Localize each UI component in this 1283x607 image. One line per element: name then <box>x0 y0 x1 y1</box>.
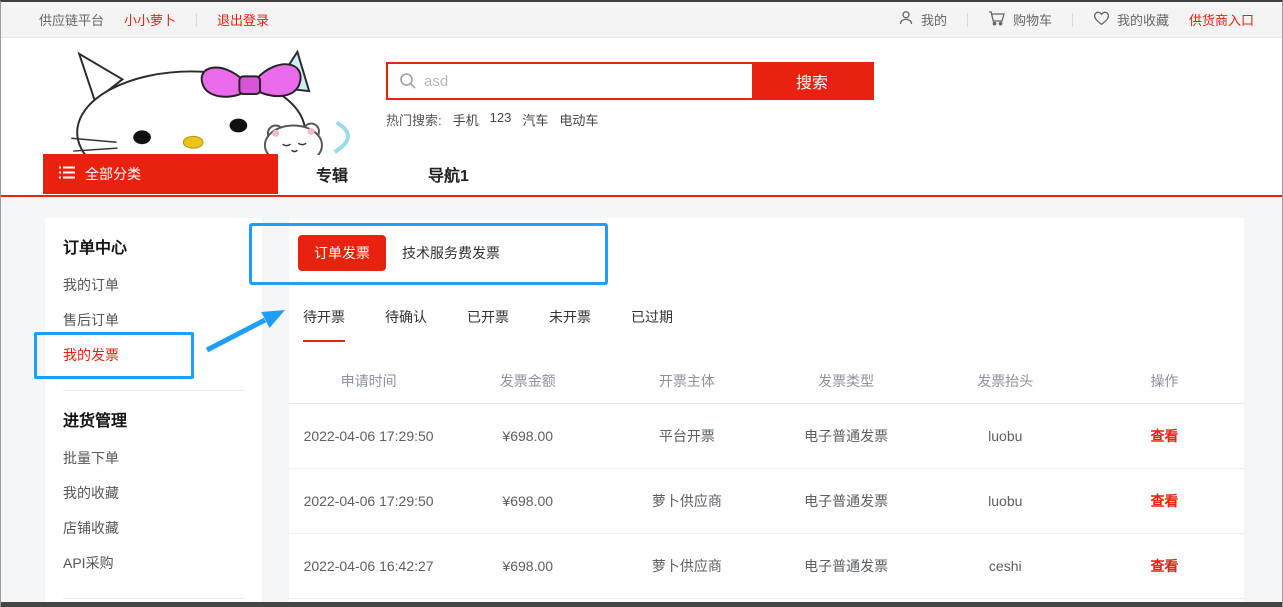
search-button[interactable]: 搜索 <box>752 64 872 98</box>
sidebar-section-title-order-center: 订单中心 <box>63 238 246 260</box>
topbar-left: 供应链平台 小小萝卜 退出登录 <box>39 10 269 29</box>
tab-invoiced[interactable]: 已开票 <box>467 307 509 342</box>
cell-invoice-title: luobu <box>926 493 1085 509</box>
topbar: 供应链平台 小小萝卜 退出登录 我的 <box>1 2 1282 38</box>
sidebar-divider <box>63 598 244 599</box>
logo-image[interactable] <box>41 40 366 155</box>
divider <box>967 13 968 27</box>
person-icon <box>898 10 914 29</box>
table-row: 2022-04-06 16:42:27 ¥698.00 萝卜供应商 电子普通发票… <box>289 534 1244 599</box>
sidebar-item-api-purchase[interactable]: API采购 <box>63 553 246 573</box>
col-header-invoice-title: 发票抬头 <box>926 371 1085 391</box>
cell-invoice-title: luobu <box>926 428 1085 444</box>
cell-invoice-type: 电子普通发票 <box>767 491 926 511</box>
sidebar-item-shop-favorites[interactable]: 店铺收藏 <box>63 518 246 538</box>
cell-amount: ¥698.00 <box>448 493 607 509</box>
list-icon <box>59 166 75 182</box>
sidebar-item-my-favorites[interactable]: 我的收藏 <box>63 483 246 503</box>
cell-issuer: 萝卜供应商 <box>607 491 766 511</box>
hot-search-label: 热门搜索: <box>386 110 442 129</box>
tab-order-invoice[interactable]: 订单发票 <box>298 235 386 271</box>
sidebar-divider <box>63 390 244 391</box>
col-header-invoice-type: 发票类型 <box>767 371 926 391</box>
sidebar-item-my-orders[interactable]: 我的订单 <box>63 275 246 295</box>
divider <box>196 13 197 27</box>
my-account-link[interactable]: 我的 <box>898 10 947 29</box>
sidebar-item-aftersale-orders[interactable]: 售后订单 <box>63 310 246 330</box>
tab-to-be-confirmed[interactable]: 待确认 <box>385 307 427 342</box>
tab-not-invoiced[interactable]: 未开票 <box>549 307 591 342</box>
platform-name-link[interactable]: 供应链平台 <box>39 10 104 29</box>
all-categories-button[interactable]: 全部分类 <box>43 154 278 194</box>
logout-link[interactable]: 退出登录 <box>217 10 269 29</box>
tab-tech-service-invoice[interactable]: 技术服务费发票 <box>402 243 500 263</box>
my-account-label: 我的 <box>921 10 947 29</box>
cell-invoice-type: 电子普通发票 <box>767 556 926 576</box>
cart-icon <box>988 10 1006 29</box>
heart-icon <box>1093 11 1110 29</box>
topbar-right: 我的 购物车 我的收藏 <box>898 10 1254 29</box>
table-header-row: 申请时间 发票金额 开票主体 发票类型 发票抬头 操作 <box>289 358 1244 404</box>
cart-link[interactable]: 购物车 <box>988 10 1052 29</box>
window-bottom-edge <box>1 602 1282 607</box>
col-header-apply-time: 申请时间 <box>289 371 448 391</box>
cell-apply-time: 2022-04-06 17:29:50 <box>289 493 448 509</box>
view-link[interactable]: 查看 <box>1085 491 1244 511</box>
content-area: 订单中心 我的订单 售后订单 我的发票 进货管理 批量下单 我的收藏 店铺收藏 … <box>1 197 1282 602</box>
invoice-panel: 订单发票 技术服务费发票 待开票 待确认 已开票 未开票 已过期 申请时间 发票… <box>289 218 1244 604</box>
hot-search-link[interactable]: 手机 <box>453 110 479 129</box>
sidebar-item-my-invoices[interactable]: 我的发票 <box>63 345 246 365</box>
search-box: 搜索 <box>386 62 874 100</box>
cell-amount: ¥698.00 <box>448 558 607 574</box>
divider <box>1072 13 1073 27</box>
cell-invoice-type: 电子普通发票 <box>767 426 926 446</box>
cell-apply-time: 2022-04-06 17:29:50 <box>289 428 448 444</box>
username-link[interactable]: 小小萝卜 <box>124 10 176 29</box>
sidebar-item-bulk-order[interactable]: 批量下单 <box>63 448 246 468</box>
favorites-link[interactable]: 我的收藏 <box>1093 10 1169 29</box>
hot-search-link[interactable]: 电动车 <box>559 110 598 129</box>
nav-link-album[interactable]: 专辑 <box>316 162 348 186</box>
cell-amount: ¥698.00 <box>448 428 607 444</box>
header: 搜索 热门搜索: 手机 123 汽车 电动车 全部分类 专辑 导航1 <box>1 38 1282 197</box>
tab-to-be-invoiced[interactable]: 待开票 <box>303 307 345 342</box>
hot-search-link[interactable]: 123 <box>490 110 512 129</box>
cell-issuer: 萝卜供应商 <box>607 556 766 576</box>
nav-link-nav1[interactable]: 导航1 <box>428 162 469 186</box>
view-link[interactable]: 查看 <box>1085 556 1244 576</box>
cell-invoice-title: ceshi <box>926 558 1085 574</box>
favorites-label: 我的收藏 <box>1117 10 1169 29</box>
col-header-amount: 发票金额 <box>448 371 607 391</box>
table-row: 2022-04-06 17:29:50 ¥698.00 萝卜供应商 电子普通发票… <box>289 469 1244 534</box>
cell-apply-time: 2022-04-06 16:42:27 <box>289 558 448 574</box>
all-categories-label: 全部分类 <box>85 164 141 184</box>
col-header-issuer: 开票主体 <box>607 371 766 391</box>
page: 供应链平台 小小萝卜 退出登录 我的 <box>0 0 1283 607</box>
cart-label: 购物车 <box>1013 10 1052 29</box>
supplier-entry-link[interactable]: 供货商入口 <box>1189 10 1254 29</box>
sidebar: 订单中心 我的订单 售后订单 我的发票 进货管理 批量下单 我的收藏 店铺收藏 … <box>45 218 262 602</box>
table-row: 2022-04-06 17:29:50 ¥698.00 平台开票 电子普通发票 … <box>289 404 1244 469</box>
sidebar-section-title-purchase: 进货管理 <box>63 411 246 433</box>
hot-search-link[interactable]: 汽车 <box>522 110 548 129</box>
invoice-type-tabs: 订单发票 技术服务费发票 <box>289 235 1244 271</box>
invoice-table: 申请时间 发票金额 开票主体 发票类型 发票抬头 操作 2022-04-06 1… <box>289 358 1244 599</box>
nav-links: 专辑 导航1 <box>316 154 469 194</box>
tab-expired[interactable]: 已过期 <box>631 307 673 342</box>
hot-search-row: 热门搜索: 手机 123 汽车 电动车 <box>386 110 598 129</box>
cell-issuer: 平台开票 <box>607 426 766 446</box>
search-icon <box>399 72 417 95</box>
view-link[interactable]: 查看 <box>1085 426 1244 446</box>
invoice-status-tabs: 待开票 待确认 已开票 未开票 已过期 <box>289 307 1244 342</box>
col-header-action: 操作 <box>1085 371 1244 391</box>
search-input[interactable] <box>388 64 752 98</box>
